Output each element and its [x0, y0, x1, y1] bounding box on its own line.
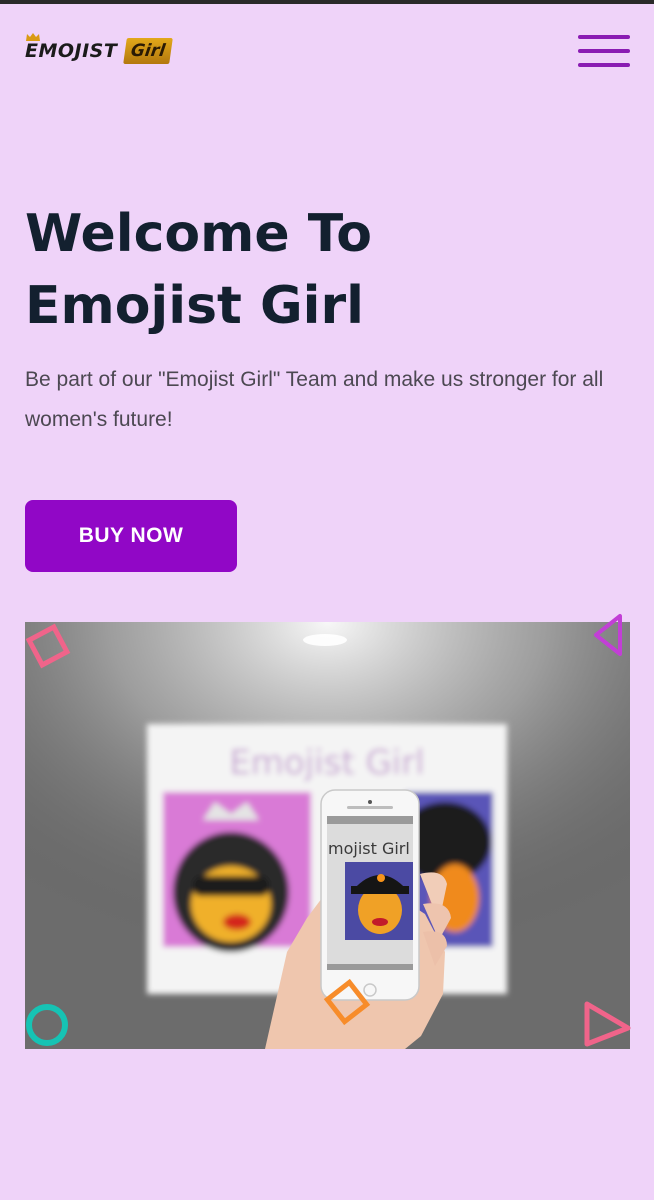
logo-badge: Girl	[123, 38, 174, 64]
hero-title-line1: Welcome To	[25, 204, 372, 264]
hero-title-line2: Emojist Girl	[25, 276, 364, 336]
orange-diamond-decor	[323, 978, 371, 1026]
logo-wordmark: EMOJIST	[25, 33, 118, 62]
crown-icon	[26, 33, 40, 41]
hero-title: Welcome To Emojist Girl	[25, 198, 525, 342]
poster-title: Emojist Girl	[229, 743, 424, 783]
buy-now-button[interactable]: BUY NOW	[25, 500, 237, 572]
brand-logo[interactable]: EMOJIST Girl	[25, 33, 174, 69]
phone-screen-title: mojist Girl	[328, 839, 410, 858]
hamburger-menu-icon[interactable]	[578, 34, 630, 68]
magenta-triangle-decor	[594, 614, 622, 656]
pink-diamond-decor	[25, 623, 71, 669]
top-rule	[0, 0, 654, 4]
teal-circle-decor	[26, 1004, 68, 1046]
pink-triangle-decor	[584, 1001, 631, 1047]
logo-word-text: EMOJIST	[25, 40, 118, 62]
hero-subtitle: Be part of our "Emojist Girl" Team and m…	[25, 368, 604, 431]
